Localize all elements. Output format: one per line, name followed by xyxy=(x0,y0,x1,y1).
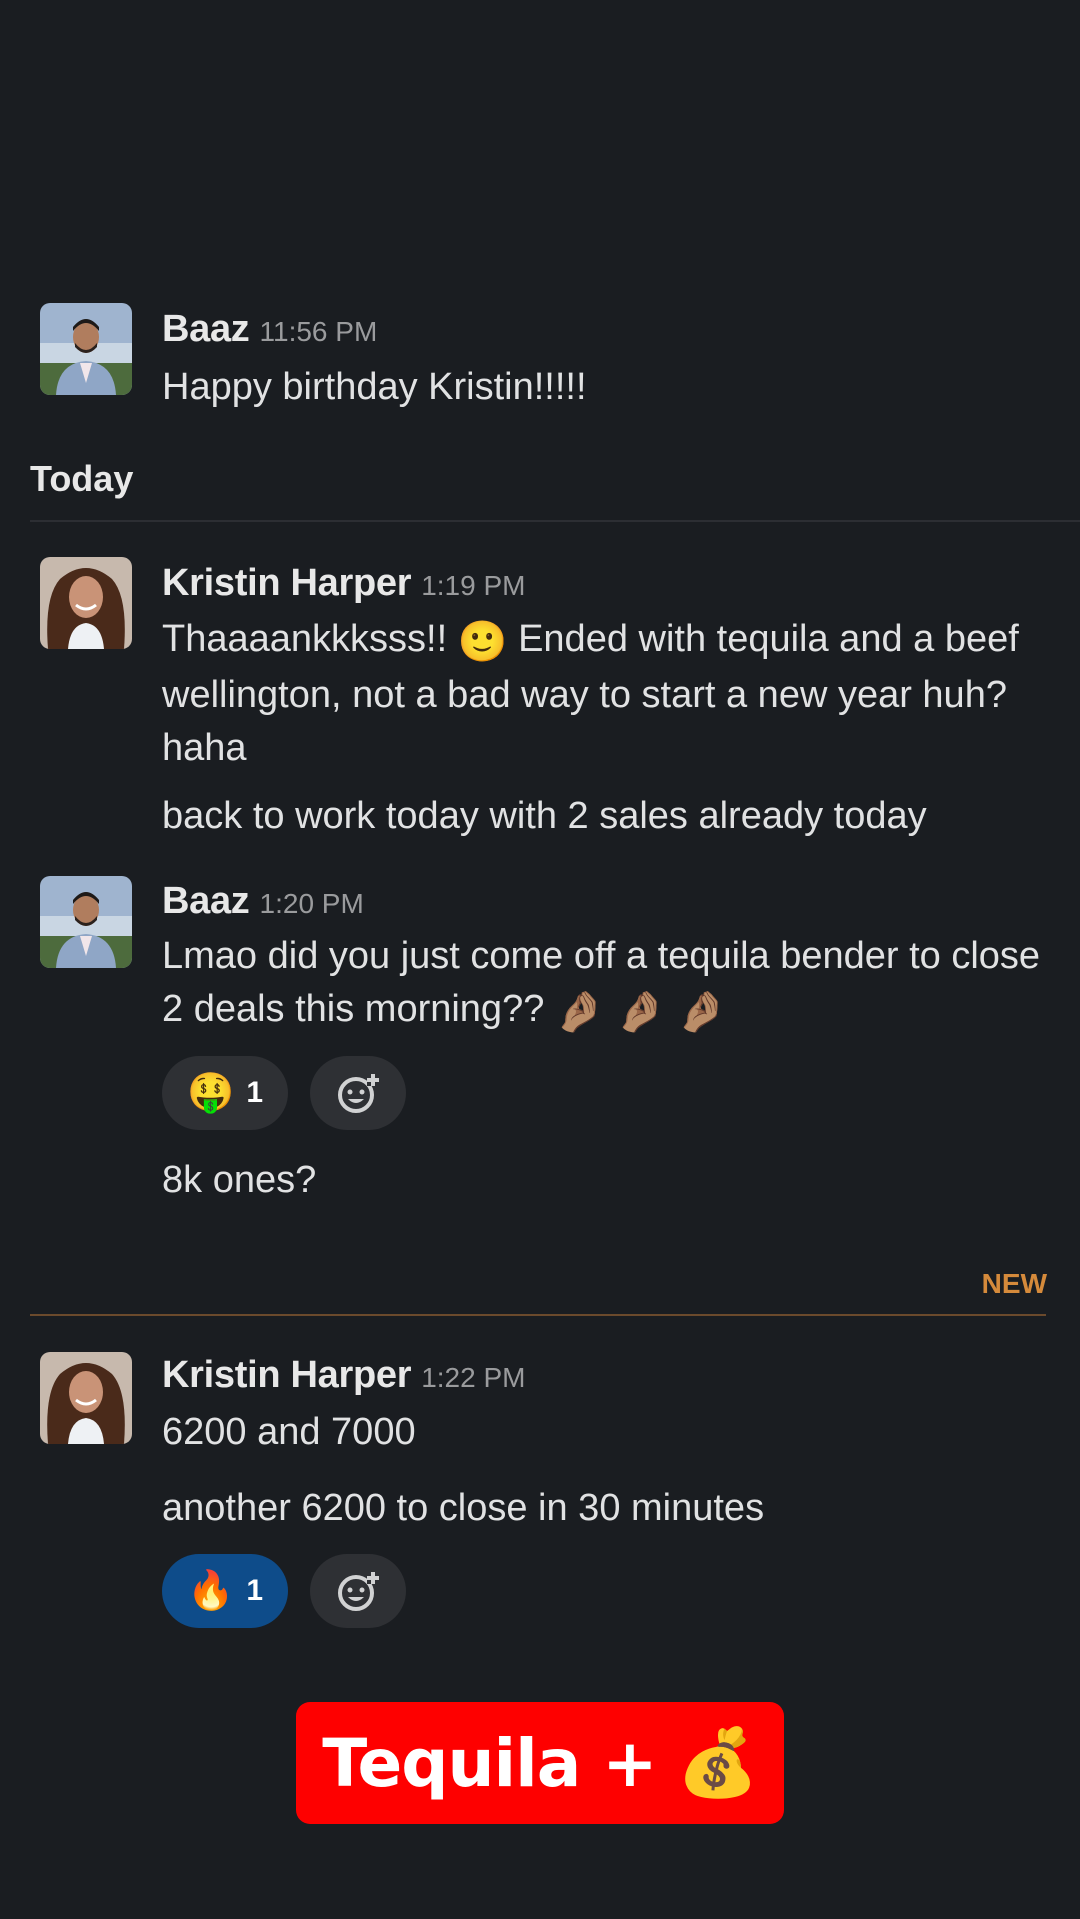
add-reaction-button[interactable] xyxy=(310,1554,406,1628)
reaction-money-mouth[interactable]: 🤑 1 xyxy=(162,1056,288,1130)
user-photo-icon xyxy=(40,557,132,649)
message-text: 8k ones? xyxy=(162,1159,317,1201)
timestamp[interactable]: 1:20 PM xyxy=(260,888,364,919)
message-header: Kristin Harper 1:22 PM xyxy=(162,1354,525,1402)
timestamp[interactable]: 1:19 PM xyxy=(421,570,525,601)
slightly-smiling-face-icon: 🙂 xyxy=(457,620,508,664)
money-bag-icon: 💰 xyxy=(676,1724,759,1801)
day-divider-line xyxy=(30,520,1080,522)
timestamp[interactable]: 11:56 PM xyxy=(260,316,378,347)
author-name[interactable]: Baaz xyxy=(162,308,250,350)
author-name[interactable]: Kristin Harper xyxy=(162,1354,412,1396)
kristin-avatar[interactable] xyxy=(40,1352,132,1444)
author-name[interactable]: Kristin Harper xyxy=(162,562,412,604)
new-messages-label: NEW xyxy=(981,1268,1047,1299)
message-header: Baaz 1:20 PM xyxy=(162,880,364,928)
day-divider-label: Today xyxy=(30,458,134,499)
pinched-fingers-icon: 🤌🏽 🤌🏽 🤌🏽 xyxy=(554,990,727,1034)
message-header: Baaz 11:56 PM xyxy=(162,308,377,356)
new-messages-divider xyxy=(30,1314,1046,1316)
baaz-avatar[interactable] xyxy=(40,876,132,968)
kristin-avatar[interactable] xyxy=(40,557,132,649)
user-photo-icon xyxy=(40,876,132,968)
add-reaction-button[interactable] xyxy=(310,1056,406,1130)
money-mouth-face-icon: 🤑 xyxy=(186,1072,235,1114)
user-photo-icon xyxy=(40,1352,132,1444)
message-text: another 6200 to close in 30 minutes xyxy=(162,1487,765,1529)
message-header: Kristin Harper 1:19 PM xyxy=(162,562,525,610)
user-photo-icon xyxy=(40,303,132,395)
fire-icon: 🔥 xyxy=(186,1570,235,1612)
add-reaction-icon xyxy=(338,1073,379,1113)
reaction-count: 1 xyxy=(246,1574,263,1607)
caption-banner: Tequila + 💰 xyxy=(296,1702,784,1824)
add-reaction-icon xyxy=(338,1571,379,1611)
baaz-avatar[interactable] xyxy=(40,303,132,395)
caption-text: Tequila + xyxy=(322,1724,657,1802)
reaction-fire[interactable]: 🔥 1 xyxy=(162,1554,288,1628)
message-text: Thaaaankkksss!! 🙂 Ended with tequila and… xyxy=(162,613,1042,775)
message-text: 6200 and 7000 xyxy=(162,1411,416,1453)
message-text: back to work today with 2 sales already … xyxy=(162,795,927,837)
reaction-count: 1 xyxy=(246,1076,263,1109)
author-name[interactable]: Baaz xyxy=(162,880,250,922)
message-text: Happy birthday Kristin!!!!! xyxy=(162,366,587,408)
timestamp[interactable]: 1:22 PM xyxy=(421,1362,525,1393)
message-text: Lmao did you just come off a tequila ben… xyxy=(162,930,1042,1039)
message-text-part: Thaaaankkksss!! xyxy=(162,618,448,660)
